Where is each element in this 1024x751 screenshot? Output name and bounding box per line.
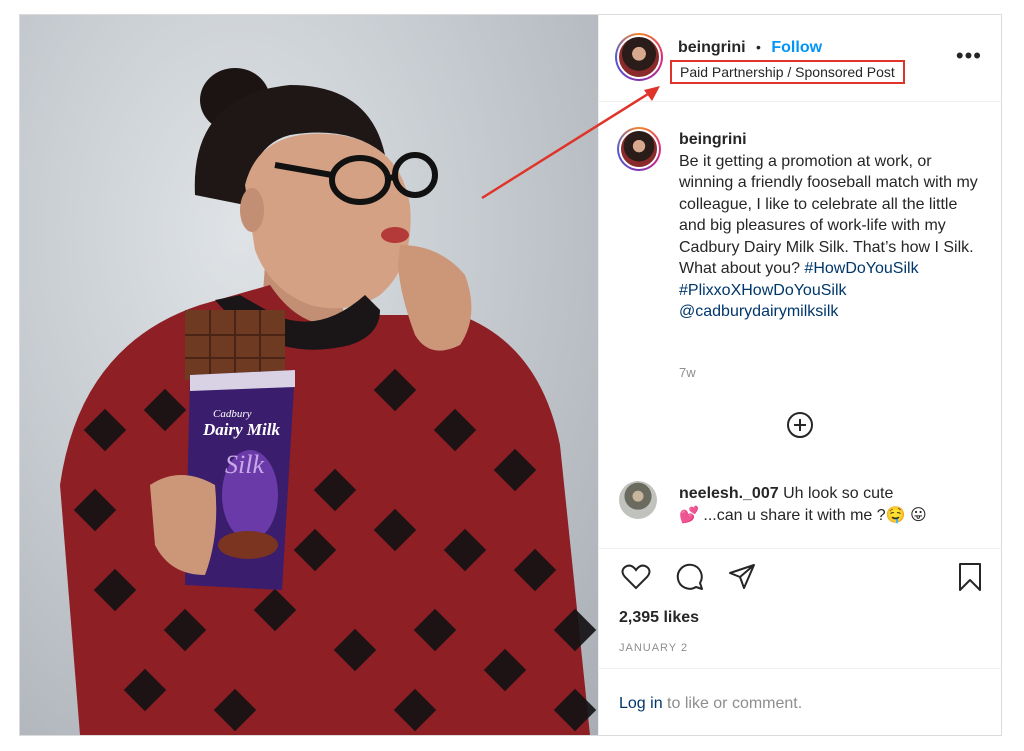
comment-icon[interactable] [675,562,705,592]
add-comment-icon[interactable] [787,412,813,438]
comment-text-continued: 💕 ...can u share it with me ?🤤 😛 [679,507,927,524]
header-user-line: beingrini • Follow [678,39,822,57]
sponsored-label-highlight: Paid Partnership / Sponsored Post [670,60,905,84]
divider [599,548,1002,549]
woman-with-chocolate-illustration: Cadbury Dairy Milk Silk [60,68,597,735]
post-age: 7w [679,365,696,380]
post-date: JANUARY 2 [619,642,689,654]
caption: beingrini Be it getting a promotion at w… [679,129,979,323]
divider [599,668,1002,669]
comment-username[interactable]: neelesh._007 [679,485,779,502]
chocolate-brand-text: Cadbury [213,408,252,420]
comment-text: Uh look so cute [783,485,894,502]
hashtag-link[interactable]: #HowDoYouSilk [804,260,918,277]
bookmark-icon[interactable] [955,562,985,592]
login-prompt: Log in to like or comment. [619,695,802,713]
author-avatar[interactable] [615,33,663,81]
caption-text: Be it getting a promotion at work, or wi… [679,152,978,278]
post-side-panel: beingrini • Follow Paid Partnership / Sp… [598,15,1002,735]
share-icon[interactable] [727,562,757,592]
sponsored-label: Paid Partnership / Sponsored Post [680,64,895,80]
like-count[interactable]: 2,395 likes [619,609,699,627]
login-link[interactable]: Log in [619,695,663,712]
chocolate-name-text: Dairy Milk [202,420,280,439]
login-prompt-text: to like or comment. [662,695,803,712]
avatar-image [619,129,659,169]
heart-icon[interactable] [621,562,651,592]
post-header: beingrini • Follow Paid Partnership / Sp… [599,15,1002,102]
action-bar [599,560,1002,600]
separator-dot: • [756,39,761,55]
more-icon[interactable]: ••• [956,43,982,69]
comment: neelesh._007 Uh look so cute 💕 ...can u … [679,483,979,527]
avatar-image [617,35,661,79]
instagram-post: Cadbury Dairy Milk Silk beingrini • Foll… [19,14,1002,736]
chocolate-variant-text: Silk [225,450,264,479]
commenter-avatar[interactable] [619,481,657,519]
caption-avatar[interactable] [617,127,661,171]
caption-username[interactable]: beingrini [679,129,979,151]
mention-link[interactable]: @cadburydairymilksilk [679,303,838,320]
author-username[interactable]: beingrini [678,39,746,56]
follow-button[interactable]: Follow [771,39,822,56]
hashtag-link[interactable]: #PlixxoXHowDoYouSilk [679,282,847,299]
post-photo: Cadbury Dairy Milk Silk [20,15,598,735]
